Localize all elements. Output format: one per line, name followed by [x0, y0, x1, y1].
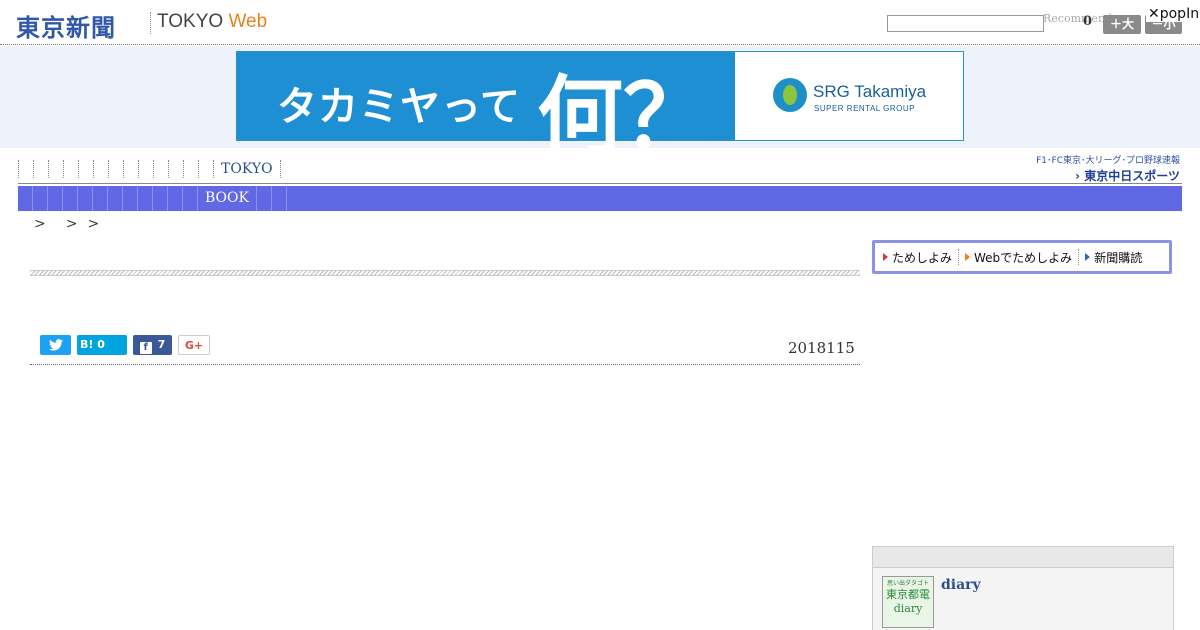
ad-visual: タカミヤって 何？ [237, 52, 735, 167]
subscribe-label: 新聞購読 [1094, 250, 1143, 265]
secondary-nav-item-13[interactable] [257, 186, 272, 211]
primary-nav-item-10[interactable] [168, 160, 183, 178]
secondary-nav-item-14[interactable] [272, 186, 287, 211]
hatena-bookmark-button[interactable]: B! 0 [77, 335, 127, 355]
secondary-nav-item-0[interactable] [18, 186, 33, 211]
facebook-share-button[interactable]: f7 [133, 335, 172, 355]
diary-thumb-top: 思い出ダタゴト [886, 580, 929, 587]
secondary-nav-item-2[interactable] [48, 186, 63, 211]
facebook-icon: f [139, 342, 152, 354]
popin-close-button[interactable]: ✕popIn [1146, 6, 1200, 22]
primary-nav-item-5[interactable] [93, 160, 108, 178]
primary-nav-item-6[interactable] [108, 160, 123, 178]
sports-banner-top: F1･FC東京･大リーグ･プロ野球速報 [1036, 156, 1180, 166]
breadcrumb-item-0: > [34, 216, 46, 232]
diary-thumb-sub: diary [893, 602, 923, 615]
primary-nav-item-14[interactable] [279, 160, 295, 178]
site-logo[interactable]: 東京新聞 [16, 8, 116, 43]
sports-banner-name: › 東京中日スポーツ [1075, 169, 1180, 183]
recommend-count: 0 [1083, 14, 1093, 29]
subscribe-link[interactable]: 新聞購読 [1085, 249, 1148, 266]
banner-ad[interactable]: タカミヤって 何？ SRG Takamiya SUPER RENTAL GROU… [236, 51, 964, 167]
ad-copy: タカミヤって [277, 84, 521, 130]
diary-thumbnail[interactable]: 思い出ダタゴト 東京都電 diary [882, 576, 934, 628]
triangle-icon [883, 253, 888, 261]
site-header: 東京新聞 TOKYO Web Recommend 0 ＋大 －小 ✕popIn [0, 0, 1200, 45]
primary-nav-item-12[interactable] [198, 160, 213, 178]
secondary-nav-item-10[interactable] [168, 186, 183, 211]
secondary-nav-item-8[interactable] [138, 186, 153, 211]
secondary-nav: BOOK [18, 186, 1182, 211]
primary-nav-item-0[interactable] [18, 160, 33, 178]
sidebar-widget: 思い出ダタゴト 東京都電 diary diary [872, 546, 1174, 630]
breadcrumb: > > > [34, 216, 99, 232]
primary-nav-item-11[interactable] [183, 160, 198, 178]
triangle-icon [965, 253, 971, 261]
subscribe-box: ためしよみ Webでためしよみ 新聞購読 [872, 240, 1172, 274]
article-date: 2018115 [788, 339, 855, 357]
twitter-share-button[interactable] [40, 335, 71, 355]
breadcrumb-item-2: > [65, 216, 78, 232]
primary-nav-item-8[interactable] [138, 160, 153, 178]
primary-nav-item-9[interactable] [153, 160, 168, 178]
secondary-nav-item-6[interactable] [108, 186, 123, 211]
sports-banner[interactable]: F1･FC東京･大リーグ･プロ野球速報 › 東京中日スポーツ [1020, 153, 1180, 183]
logo-en-main: TOKYO [157, 11, 229, 32]
secondary-nav-item-4[interactable] [78, 186, 93, 211]
secondary-nav-item-9[interactable] [153, 186, 168, 211]
secondary-nav-item-12[interactable]: BOOK [198, 186, 257, 211]
primary-nav-item-2[interactable] [48, 160, 63, 178]
diary-thumb-main: 東京都電 [886, 588, 930, 601]
logo-en-web: Web [228, 11, 268, 32]
ad-band: タカミヤって 何？ SRG Takamiya SUPER RENTAL GROU… [0, 46, 1200, 167]
twitter-icon [48, 339, 63, 351]
ad-brand: SRG Takamiya [813, 82, 927, 101]
site-logo-en[interactable]: TOKYO Web [157, 11, 267, 33]
subscribe-divider [958, 249, 960, 265]
search-input[interactable] [887, 15, 1044, 32]
ad-brand-panel: SRG Takamiya SUPER RENTAL GROUP [735, 52, 963, 140]
recommend-label: Recommend [1043, 12, 1113, 25]
article-title-rule [30, 270, 860, 276]
font-size-up-button[interactable]: ＋大 [1103, 15, 1141, 34]
facebook-share-count: 7 [157, 338, 166, 351]
brand-logo-icon [773, 78, 807, 112]
web-trial-read-label: Webでためしよみ [974, 250, 1073, 265]
sidebar-widget-header [873, 547, 1173, 568]
breadcrumb-item-3: > [87, 216, 100, 232]
secondary-nav-item-3[interactable] [63, 186, 78, 211]
article-meta-rule [30, 364, 860, 365]
page: 東京新聞 TOKYO Web Recommend 0 ＋大 －小 ✕popIn … [0, 0, 1200, 630]
primary-nav-item-4[interactable] [78, 160, 93, 178]
primary-nav-item-3[interactable] [63, 160, 78, 178]
trial-read-link[interactable]: ためしよみ [883, 249, 958, 266]
diary-link[interactable]: diary [941, 577, 981, 593]
primary-nav-item-7[interactable] [123, 160, 138, 178]
primary-nav-item-1[interactable] [33, 160, 48, 178]
share-buttons: B! 0 f7 G+ [40, 335, 210, 355]
logo-divider [150, 12, 151, 34]
secondary-nav-item-1[interactable] [33, 186, 48, 211]
primary-nav-item-13[interactable]: TOKYO [213, 160, 280, 178]
subscribe-divider [1078, 249, 1080, 265]
secondary-nav-item-11[interactable] [183, 186, 198, 211]
ad-headline: 何？ [537, 67, 709, 167]
nav-divider [18, 183, 1182, 184]
triangle-icon [1085, 253, 1091, 261]
secondary-nav-item-7[interactable] [123, 186, 138, 211]
secondary-nav-item-5[interactable] [93, 186, 108, 211]
trial-read-label: ためしよみ [892, 250, 953, 265]
primary-nav: TOKYO [18, 160, 998, 180]
google-plus-share-button[interactable]: G+ [178, 335, 210, 355]
web-trial-read-link[interactable]: Webでためしよみ [965, 249, 1078, 266]
ad-brand-sub: SUPER RENTAL GROUP [814, 104, 916, 113]
